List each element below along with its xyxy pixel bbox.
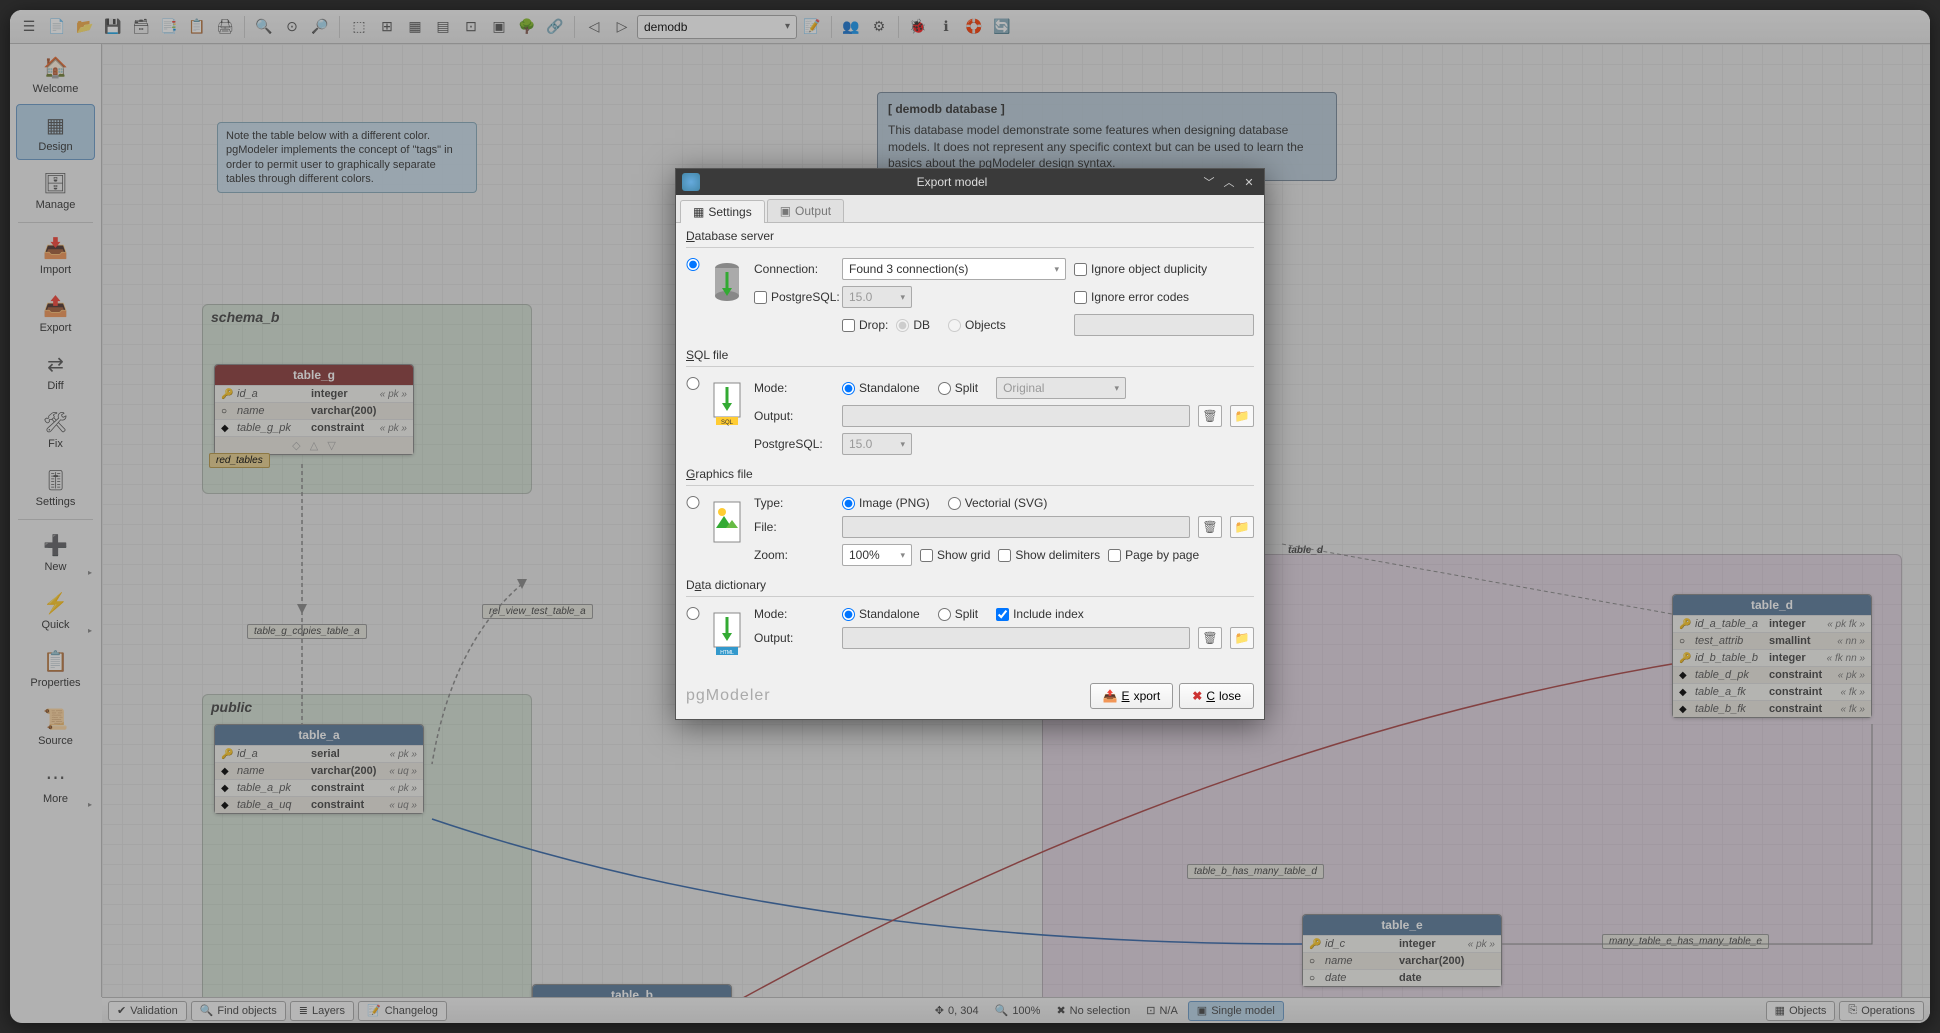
dialog-footer: pgModeler 📤 Export ✖ Close [676, 677, 1264, 719]
dialog-titlebar[interactable]: Export model ﹀ ︿ ✕ [676, 169, 1264, 195]
dialog-app-icon [682, 173, 700, 191]
close-button[interactable]: ✖ Close [1179, 683, 1254, 709]
radio-graphics[interactable] [686, 496, 700, 509]
sql-standalone-radio[interactable]: Standalone [842, 381, 920, 395]
page-by-page-check[interactable]: Page by page [1108, 548, 1199, 562]
dd-browse-icon[interactable]: 📁 [1230, 627, 1254, 649]
sql-browse-icon[interactable]: 📁 [1230, 405, 1254, 427]
section-dbserver: Database server Connection: Found 3 conn… [686, 229, 1254, 340]
svg-text:HTML: HTML [720, 650, 734, 656]
section-graphics: Graphics file Type: Image (PNG) Vectoria… [686, 467, 1254, 570]
sql-split-combo[interactable]: Original [996, 377, 1126, 399]
show-grid-check[interactable]: Show grid [920, 548, 990, 562]
dbserver-icon [708, 258, 746, 310]
graphics-browse-icon[interactable]: 📁 [1230, 516, 1254, 538]
radio-dbserver[interactable] [686, 258, 700, 271]
zoom-combo[interactable]: 100% [842, 544, 912, 566]
minimize-icon[interactable]: ﹀ [1200, 173, 1218, 191]
radio-datadict[interactable] [686, 607, 700, 620]
sqlfile-icon: SQL [708, 377, 746, 429]
tab-output[interactable]: ▣ Output [767, 199, 844, 222]
graphics-clear-icon[interactable]: 🗑 [1198, 516, 1222, 538]
connection-combo[interactable]: Found 3 connection(s) [842, 258, 1066, 280]
dialog-tabs: ▦ Settings ▣ Output [676, 195, 1264, 223]
ignore-err-check[interactable]: Ignore error codes [1074, 290, 1254, 304]
close-icon[interactable]: ✕ [1240, 173, 1258, 191]
drop-objects-radio[interactable]: Objects [948, 318, 1006, 332]
brand-label: pgModeler [686, 687, 1084, 705]
show-delim-check[interactable]: Show delimiters [998, 548, 1100, 562]
graphics-icon [708, 496, 746, 548]
drop-check[interactable]: Drop: [842, 318, 888, 332]
tab-settings[interactable]: ▦ Settings [680, 200, 765, 223]
maximize-icon[interactable]: ︿ [1220, 173, 1238, 191]
pg-check[interactable]: PostgreSQL: [754, 290, 834, 304]
radio-sqlfile[interactable] [686, 377, 700, 390]
sql-output-input[interactable] [842, 405, 1190, 427]
dd-standalone-radio[interactable]: Standalone [842, 607, 920, 621]
pg-version-combo[interactable]: 15.0 [842, 286, 912, 308]
ignore-dup-check[interactable]: Ignore object duplicity [1074, 262, 1254, 276]
dd-clear-icon[interactable]: 🗑 [1198, 627, 1222, 649]
export-button[interactable]: 📤 Export [1090, 683, 1174, 709]
sql-clear-icon[interactable]: 🗑 [1198, 405, 1222, 427]
sql-split-radio[interactable]: Split [938, 381, 978, 395]
section-sqlfile: SQL file SQL Mode: Standalone Split Orig… [686, 348, 1254, 459]
app-frame: ☰ 📄 📂 💾 🗃 📑 📋 🖨 🔍 ⊙ 🔎 ⬚ ⊞ ▦ ▤ ⊡ ▣ 🌳 🔗 ◁ … [10, 10, 1930, 1023]
svg-radio[interactable]: Vectorial (SVG) [948, 496, 1048, 510]
dd-output-input[interactable] [842, 627, 1190, 649]
dd-split-radio[interactable]: Split [938, 607, 978, 621]
include-index-check[interactable]: Include index [996, 607, 1084, 621]
png-radio[interactable]: Image (PNG) [842, 496, 930, 510]
error-codes-input[interactable] [1074, 314, 1254, 336]
section-datadict: Data dictionary HTML Mode: Standalone Sp… [686, 578, 1254, 663]
svg-text:SQL: SQL [721, 420, 734, 426]
drop-db-radio[interactable]: DB [896, 318, 930, 332]
graphics-file-input[interactable] [842, 516, 1190, 538]
datadict-icon: HTML [708, 607, 746, 659]
sql-pg-combo[interactable]: 15.0 [842, 433, 912, 455]
export-dialog: Export model ﹀ ︿ ✕ ▦ Settings ▣ Output D… [675, 168, 1265, 720]
